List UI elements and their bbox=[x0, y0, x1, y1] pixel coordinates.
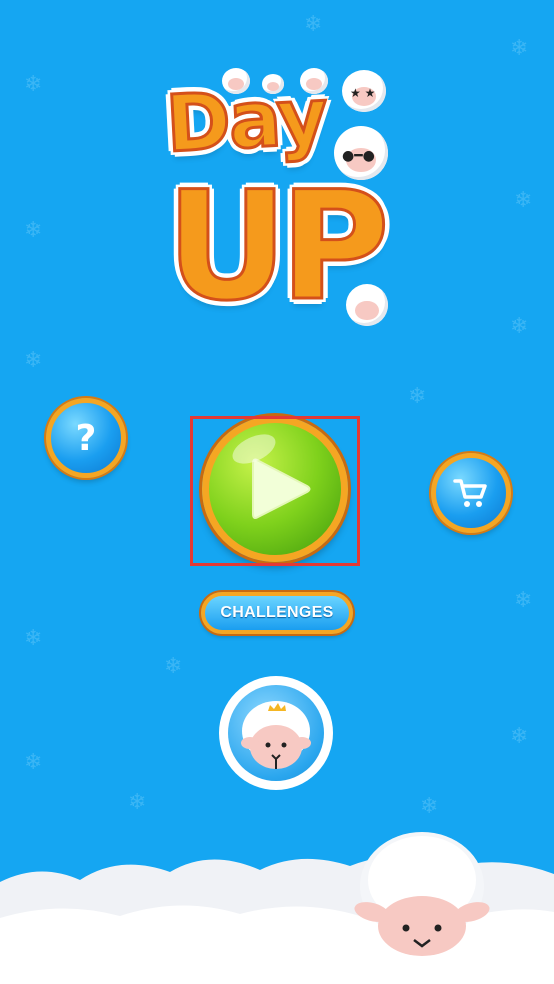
sheep-wink-icon bbox=[346, 284, 388, 326]
snowflake-icon: ❄ bbox=[24, 626, 43, 651]
snowflake-icon: ❄ bbox=[24, 348, 43, 373]
snowflake-icon: ❄ bbox=[510, 314, 529, 339]
snowflake-icon: ❄ bbox=[164, 654, 183, 679]
star-glasses-icon: ★ ★ bbox=[350, 86, 376, 100]
cart-icon bbox=[453, 479, 487, 507]
challenges-label: CHALLENGES bbox=[220, 604, 334, 621]
help-icon: ? bbox=[75, 417, 97, 459]
snowflake-icon: ❄ bbox=[304, 12, 323, 37]
snowflake-icon: ❄ bbox=[128, 790, 147, 815]
game-logo: ★ ★ ●━● Day UP bbox=[160, 62, 400, 342]
logo-day-text: Day bbox=[162, 70, 329, 171]
profile-avatar-button[interactable] bbox=[219, 676, 333, 790]
sunglasses-icon: ●━● bbox=[342, 148, 375, 164]
snowflake-icon: ❄ bbox=[510, 724, 529, 749]
highlight-box bbox=[190, 416, 360, 566]
snowflake-icon: ❄ bbox=[510, 36, 529, 61]
snowflake-icon: ❄ bbox=[514, 188, 533, 213]
help-button[interactable]: ? bbox=[46, 398, 126, 478]
snowflake-icon: ❄ bbox=[514, 588, 533, 613]
sheep-avatar-icon bbox=[228, 685, 324, 781]
sheep-mascot bbox=[354, 832, 490, 956]
snowflake-icon: ❄ bbox=[420, 794, 439, 819]
snowflake-icon: ❄ bbox=[408, 384, 427, 409]
shop-button[interactable] bbox=[431, 453, 511, 533]
snowflake-icon: ❄ bbox=[24, 72, 43, 97]
challenges-button[interactable]: CHALLENGES bbox=[201, 592, 353, 634]
snowflake-icon: ❄ bbox=[24, 750, 43, 775]
snowflake-icon: ❄ bbox=[24, 218, 43, 243]
